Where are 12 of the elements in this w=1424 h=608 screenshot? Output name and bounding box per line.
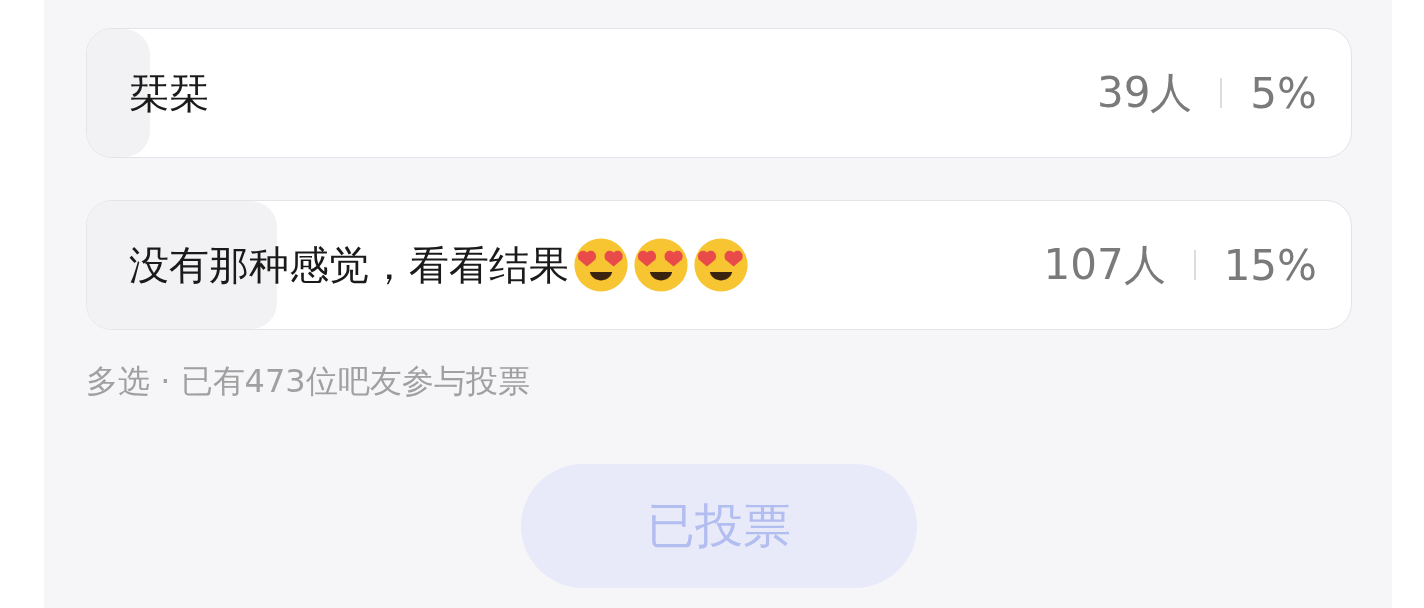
vote-percent: 15% [1223,240,1317,290]
option-label: 没有那种感觉，看看结果 [129,240,569,290]
poll-summary: 多选 · 已有473位吧友参与投票 [86,361,531,402]
heart-eyes-emoji-icon [573,237,629,293]
poll-option[interactable]: 没有那种感觉，看看结果 107人 15% [86,200,1352,330]
vote-count: 39人 [1096,67,1193,119]
heart-eyes-emoji-icon [633,237,689,293]
vote-percent: 5% [1250,68,1317,118]
vote-count: 107人 [1043,239,1166,291]
option-label: 栞栞 [129,68,209,118]
poll-option[interactable]: 栞栞 39人 5% [86,28,1352,158]
heart-eyes-emoji-icon [693,237,749,293]
